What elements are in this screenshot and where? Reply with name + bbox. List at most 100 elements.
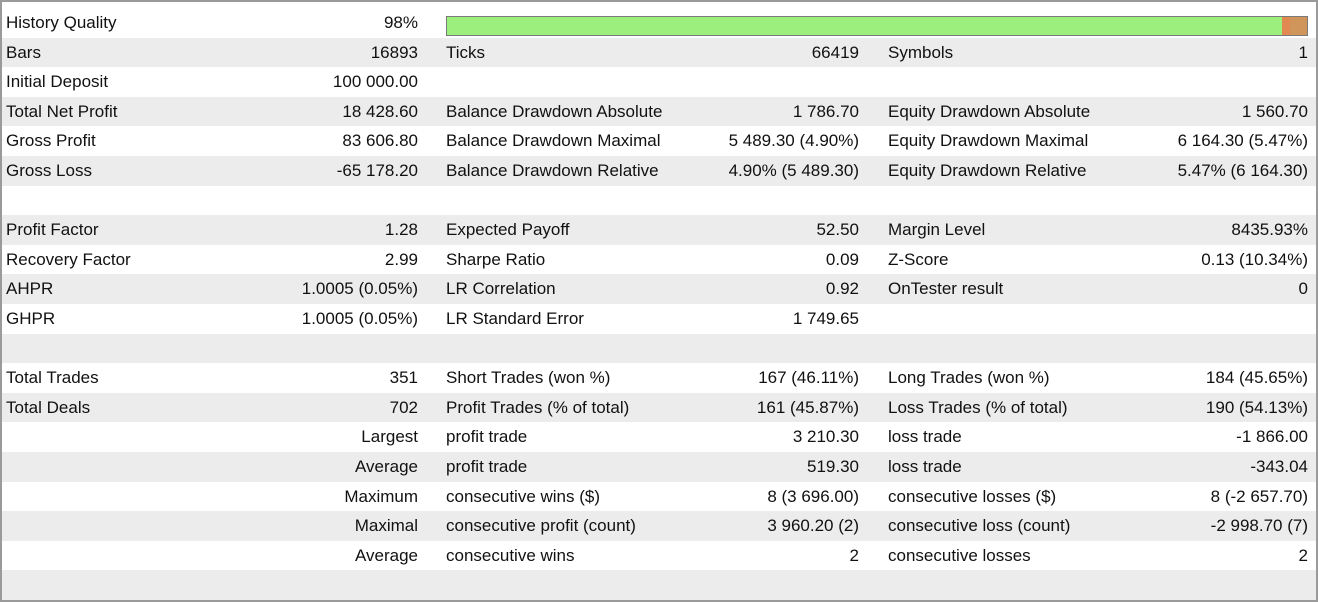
label-col3: OnTester result: [888, 279, 1004, 299]
label-col3: Loss Trades (% of total): [888, 397, 1068, 417]
value-col2: 66419: [811, 42, 859, 62]
sublabel-col1: Average: [354, 457, 418, 476]
stats-row: GHPR 1.0005 (0.05%) LR Standard Error 1 749…: [2, 304, 1316, 334]
label-col1: Total Deals: [6, 397, 91, 417]
value-col3: 8 (-2 657.70): [1210, 486, 1308, 506]
value-col2: 3 210.30: [792, 427, 859, 447]
label-col3: Equity Drawdown Relative: [888, 161, 1087, 180]
label-col2: consecutive profit (count): [446, 516, 636, 536]
label-col2: Sharpe Ratio: [446, 249, 546, 269]
stats-row: Total Net Profit 18 428.60 Balance Drawdow…: [2, 96, 1316, 127]
label-col2: Expected Payoff: [446, 220, 570, 240]
history-quality-label: History Quality: [6, 13, 117, 32]
value-col2: 52.50: [816, 220, 859, 240]
value-col2: 161 (45.87%): [756, 397, 859, 417]
stats-row: [2, 570, 1316, 600]
label-col2: Profit Trades (% of total): [446, 397, 630, 417]
value-col1: -65 178.20: [336, 161, 418, 180]
stats-row: Bars 16893 Ticks 66419 Symbols 1: [2, 37, 1316, 68]
value-col2: 519.30: [807, 457, 859, 476]
value-col1: 702: [389, 397, 418, 417]
value-col1: 1.28: [384, 220, 418, 240]
label-col3: Margin Level: [888, 220, 986, 240]
value-col2: 167 (46.11%): [758, 368, 859, 388]
history-quality-bar-fill: [447, 17, 1290, 35]
label-col2: profit trade: [446, 427, 528, 447]
stats-row: Gross Profit 83 606.80 Balance Drawdown Ma…: [2, 126, 1316, 156]
value-col3: 2: [1298, 545, 1308, 565]
label-col1: Bars: [6, 42, 41, 62]
label-col2: profit trade: [446, 457, 528, 476]
value-col1: 83 606.80: [342, 131, 418, 151]
sublabel-col1: Maximum: [344, 486, 418, 506]
value-col3: 190 (54.13%): [1205, 397, 1308, 417]
value-col1: 1.0005 (0.05%): [301, 279, 418, 299]
stats-row: Maximum consecutive wins ($) 8 (3 696.00) c…: [2, 482, 1316, 512]
stats-row: Total Deals 702 Profit Trades (% of total)…: [2, 392, 1316, 423]
value-col3: -2 998.70 (7): [1210, 516, 1308, 536]
value-col3: 184 (45.65%): [1205, 368, 1308, 388]
label-col3: loss trade: [888, 427, 962, 447]
label-col1: Initial Deposit: [6, 72, 109, 92]
value-col3: -1 866.00: [1236, 427, 1308, 447]
label-col3: loss trade: [888, 457, 962, 476]
label-col2: Balance Drawdown Relative: [446, 161, 659, 180]
history-quality-bar-marker: [1281, 17, 1290, 35]
value-col2: 4.90% (5 489.30): [728, 161, 859, 180]
label-col2: Balance Drawdown Maximal: [446, 131, 661, 151]
report-panel: History Quality 98% Bars 16893 Ticks 66419 S…: [0, 0, 1318, 602]
value-col1: 1.0005 (0.05%): [301, 309, 418, 328]
value-col3: 8435.93%: [1231, 220, 1308, 240]
label-col3: consecutive loss (count): [888, 516, 1071, 536]
stats-row: Recovery Factor 2.99 Sharpe Ratio 0.09 Z-Sco…: [2, 245, 1316, 275]
value-col3: 0: [1298, 279, 1308, 299]
value-col2: 3 960.20 (2): [767, 516, 859, 536]
history-quality-bar: [446, 16, 1308, 36]
stats-row: Gross Loss -65 178.20 Balance Drawdown Rel…: [2, 156, 1316, 186]
label-col2: Short Trades (won %): [446, 368, 611, 388]
value-col2: 2: [849, 545, 859, 565]
value-col2: 0.92: [825, 279, 859, 299]
stats-row: [2, 186, 1316, 216]
label-col3: consecutive losses: [888, 545, 1031, 565]
stats-row: Profit Factor 1.28 Expected Payoff 52.50 Mar…: [2, 215, 1316, 245]
stats-row: Initial Deposit 100 000.00: [2, 67, 1316, 97]
history-quality-row: History Quality 98%: [2, 8, 1316, 38]
sublabel-col1: Average: [354, 545, 418, 565]
stats-row: Maximal consecutive profit (count) 3 960.2…: [2, 511, 1316, 541]
stats-row: Largest profit trade 3 210.30 loss trade -1 …: [2, 422, 1316, 452]
label-col1: Gross Loss: [6, 161, 92, 180]
stats-row: AHPR 1.0005 (0.05%) LR Correlation 0.92 OnTe…: [2, 274, 1316, 304]
label-col2: LR Standard Error: [446, 309, 584, 328]
value-col1: 100 000.00: [332, 72, 418, 92]
label-col2: Balance Drawdown Absolute: [446, 101, 663, 121]
stats-row: Average profit trade 519.30 loss trade -343.…: [2, 452, 1316, 482]
value-col1: 2.99: [384, 249, 418, 269]
label-col2: Ticks: [446, 42, 486, 62]
label-col3: Long Trades (won %): [888, 368, 1050, 388]
value-col3: 1: [1298, 42, 1308, 62]
label-col2: LR Correlation: [446, 279, 556, 299]
value-col3: 5.47% (6 164.30): [1177, 161, 1308, 180]
label-col1: Profit Factor: [6, 220, 99, 240]
value-col2: 1 749.65: [792, 309, 859, 328]
value-col2: 8 (3 696.00): [767, 486, 859, 506]
label-col1: Gross Profit: [6, 131, 96, 151]
label-col3: consecutive losses ($): [888, 486, 1057, 506]
label-col1: AHPR: [6, 279, 54, 299]
stats-row: Total Trades 351 Short Trades (won %) 167 (…: [2, 363, 1316, 393]
value-col3: 6 164.30 (5.47%): [1177, 131, 1308, 151]
label-col2: consecutive wins: [446, 545, 575, 565]
label-col1: Total Net Profit: [6, 101, 118, 121]
label-col3: Equity Drawdown Absolute: [888, 101, 1091, 121]
value-col2: 5 489.30 (4.90%): [728, 131, 859, 151]
sublabel-col1: Largest: [361, 427, 418, 447]
value-col1: 16893: [370, 42, 418, 62]
label-col3: Z-Score: [888, 249, 949, 269]
value-col2: 1 786.70: [792, 101, 859, 121]
sublabel-col1: Maximal: [354, 516, 418, 536]
label-col2: consecutive wins ($): [446, 486, 601, 506]
label-col3: Symbols: [888, 42, 954, 62]
label-col1: GHPR: [6, 309, 56, 328]
stats-row: Average consecutive wins 2 consecutive loss…: [2, 541, 1316, 571]
